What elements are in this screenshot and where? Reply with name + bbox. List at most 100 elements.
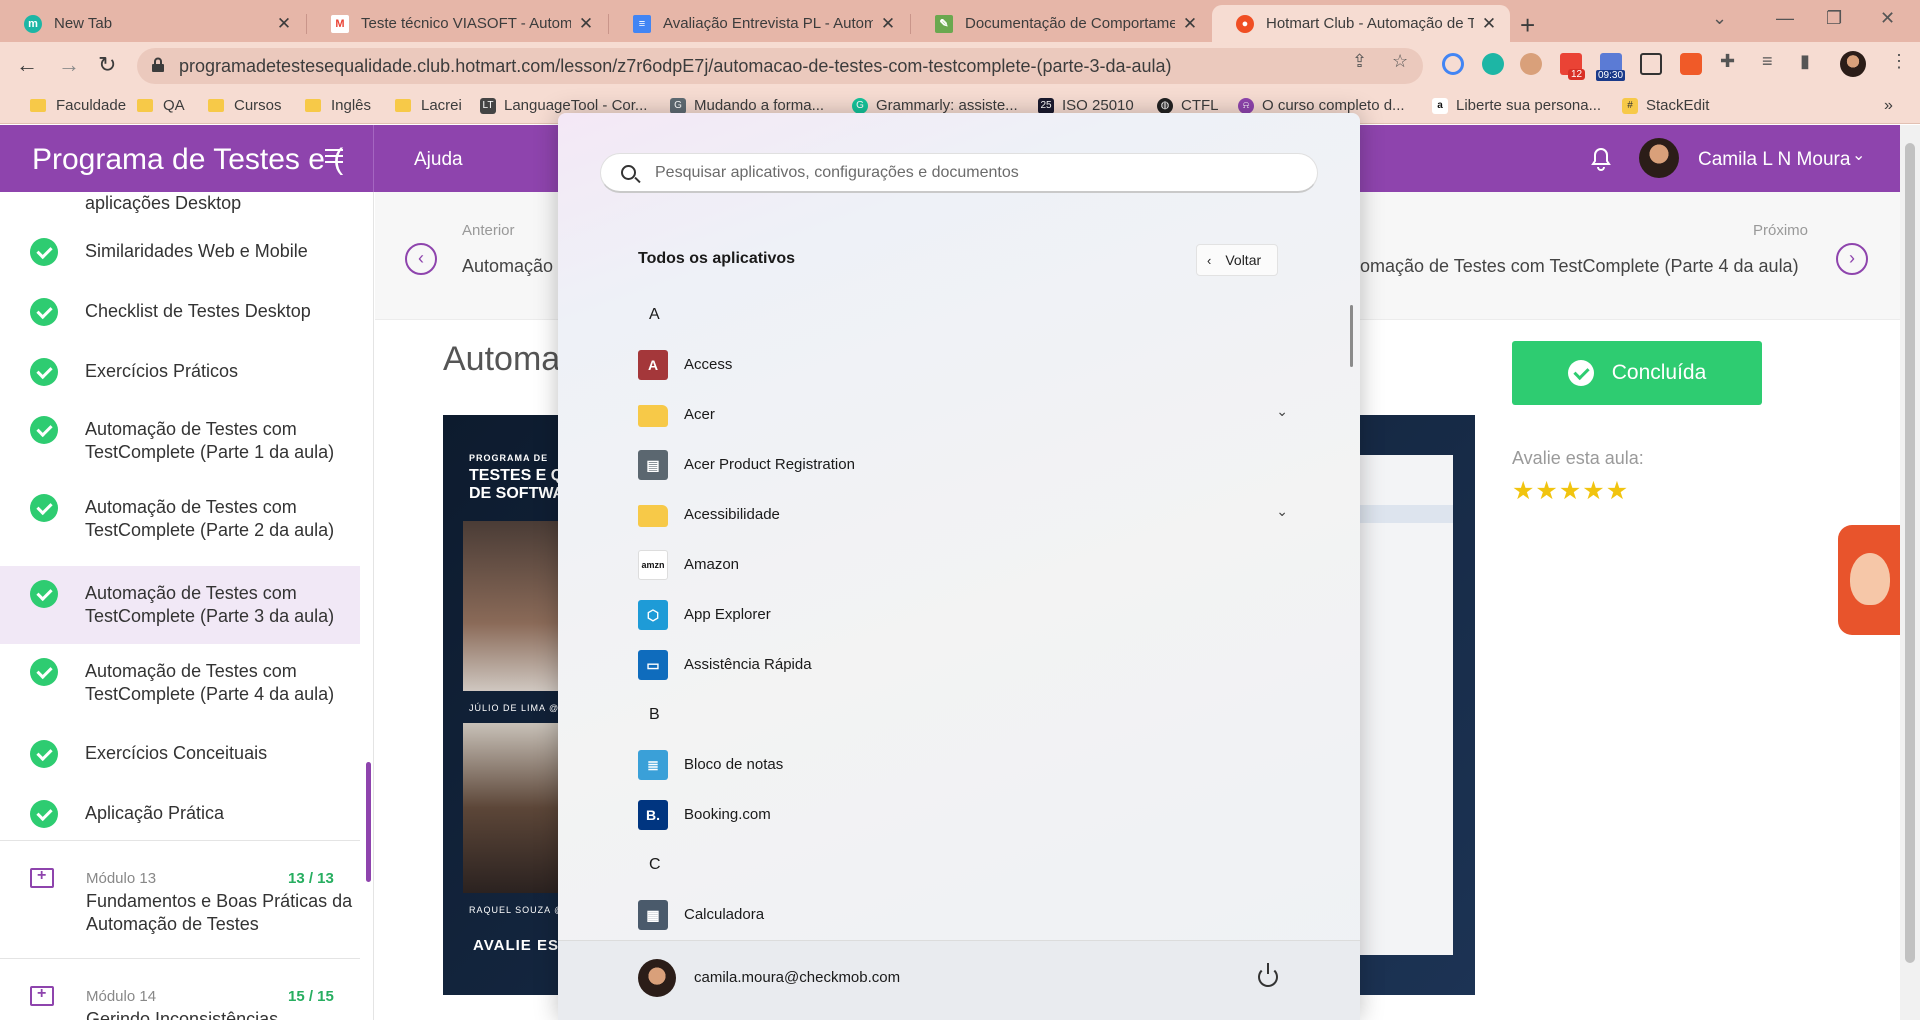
back-arrow-icon[interactable]: ← [16,52,38,78]
bookmark-faculdade[interactable]: Faculdade [30,97,126,114]
tab-new-tab[interactable]: m New Tab ✕ [0,5,305,42]
bell-icon[interactable] [1590,147,1612,171]
bookmark-languagetool[interactable]: LT LanguageTool - Cor... [480,97,647,114]
lesson-item[interactable]: Automação de Testes com TestComplete (Pa… [0,402,360,480]
screenshot-icon[interactable] [1640,53,1662,75]
star-icon[interactable]: ★ [1559,477,1582,505]
avatar[interactable] [1639,138,1679,178]
reload-icon[interactable]: ↻ [98,52,116,78]
lesson-item[interactable]: Automação de Testes com TestComplete (Pa… [0,480,360,558]
extension-lock-icon[interactable] [1680,53,1702,75]
previous-lesson-link[interactable]: Automação [462,256,553,277]
user-email[interactable]: camila.moura@checkmob.com [694,969,900,986]
chevron-down-icon[interactable]: ⌄ [1276,503,1288,520]
chevron-down-icon[interactable]: ⌄ [1276,403,1288,420]
sidebar-scrollbar[interactable] [366,762,371,882]
lesson-item[interactable]: Exercícios Práticos [0,342,360,402]
bookmark-iso25010[interactable]: 25 ISO 25010 [1038,97,1134,114]
bookmark-stackedit[interactable]: # StackEdit [1622,97,1709,114]
mail-count-badge: 12 [1568,69,1586,80]
profile-avatar[interactable] [1840,51,1866,77]
letter-header[interactable]: B [649,706,660,724]
help-link[interactable]: Ajuda [414,149,463,171]
star-icon[interactable]: ★ [1582,477,1605,505]
star-icon[interactable]: ★ [1535,477,1558,505]
star-icon[interactable]: ★ [1606,477,1629,505]
next-lesson-link[interactable]: tomação de Testes com TestComplete (Part… [1355,256,1799,277]
tab-hotmart[interactable]: ● Hotmart Club - Automação de Te ✕ [1212,5,1510,42]
tab-viasoft[interactable]: M Teste técnico VIASOFT - Automat ✕ [307,5,607,42]
bookmark-grammarly[interactable]: G Grammarly: assiste... [852,97,1018,114]
app-calculadora[interactable]: ▦ Calculadora [638,895,1288,935]
bookmark-curso-completo[interactable]: ⍾ O curso completo d... [1238,97,1405,114]
app-booking[interactable]: B. Booking.com [638,795,1288,835]
access-icon: A [638,350,668,380]
lesson-item[interactable]: Automação de Testes com TestComplete (Pa… [0,644,360,722]
notepad-icon: ≣ [638,750,668,780]
bookmark-star-icon[interactable]: ☆ [1392,51,1408,72]
media-list-icon[interactable]: ≡ [1762,51,1773,72]
app-app-explorer[interactable]: ⬡ App Explorer [638,595,1288,635]
power-icon[interactable] [1258,963,1278,987]
bookmark-ingles[interactable]: Inglês [305,97,371,114]
close-icon[interactable]: ✕ [1480,14,1498,34]
bookmark-liberte[interactable]: a Liberte sua persona... [1432,97,1601,114]
hamburger-menu-icon[interactable] [325,149,343,163]
forward-arrow-icon[interactable]: → [58,52,80,78]
close-icon[interactable]: ✕ [879,14,897,34]
tab-documentacao[interactable]: ✎ Documentação de Comportamen ✕ [911,5,1211,42]
user-avatar[interactable] [638,959,676,997]
completed-button[interactable]: Concluída [1512,341,1762,405]
user-name[interactable]: Camila L N Moura [1698,149,1850,171]
bookmark-cursos[interactable]: Cursos [208,97,282,114]
app-assistencia-rapida[interactable]: ▭ Assistência Rápida [638,645,1288,685]
extension-owl-icon[interactable] [1520,53,1542,75]
close-icon[interactable]: ✕ [577,14,595,34]
page-scrollbar[interactable] [1900,125,1920,1020]
app-acessibilidade[interactable]: Acessibilidade ⌄ [638,495,1288,535]
more-bookmarks-icon[interactable]: » [1884,97,1893,115]
address-bar[interactable]: programadetestesequalidade.club.hotmart.… [137,48,1423,84]
letter-header[interactable]: A [649,306,660,324]
folder-icon [305,99,321,112]
star-icon[interactable]: ★ [1512,477,1535,505]
minimize-icon[interactable]: — [1776,8,1794,29]
lesson-item[interactable]: Checklist de Testes Desktop [0,282,360,342]
lesson-item-active[interactable]: Automação de Testes com TestComplete (Pa… [0,566,360,644]
restore-icon[interactable]: ❐ [1826,8,1842,29]
lesson-item[interactable]: Similaridades Web e Mobile [0,222,360,282]
folder-icon [30,99,46,112]
previous-arrow-icon[interactable]: ‹ [405,243,437,275]
star-rating[interactable]: ★★★★★ [1512,476,1629,506]
app-bloco-de-notas[interactable]: ≣ Bloco de notas [638,745,1288,785]
extension-circle-icon[interactable] [1442,53,1464,75]
app-amazon[interactable]: amzn Amazon [638,545,1288,585]
mascot-widget[interactable] [1838,525,1900,635]
chevron-down-icon[interactable]: ⌄ [1852,145,1865,165]
bookmark-label: Grammarly: assiste... [876,97,1018,114]
app-acer-product-registration[interactable]: ▤ Acer Product Registration [638,445,1288,485]
extension-m-icon[interactable] [1482,53,1504,75]
letter-header[interactable]: C [649,856,661,874]
kebab-menu-icon[interactable]: ⋮ [1890,51,1908,72]
folder-icon [638,405,668,427]
bookmark-mudando[interactable]: G Mudando a forma... [670,97,824,114]
bookmark-qa[interactable]: QA [137,97,185,114]
app-acer[interactable]: Acer ⌄ [638,395,1288,435]
app-access[interactable]: A Access [638,345,1288,385]
tab-avaliacao[interactable]: ≡ Avaliação Entrevista PL - Automa ✕ [609,5,909,42]
new-tab-button[interactable]: + [1520,10,1535,41]
share-icon[interactable]: ⇪ [1352,51,1367,72]
puzzle-icon[interactable]: ✚ [1720,51,1735,72]
close-icon[interactable]: ✕ [275,14,293,34]
close-window-icon[interactable]: ✕ [1880,8,1895,29]
next-arrow-icon[interactable]: › [1836,243,1868,275]
lesson-item[interactable]: Exercícios Conceituais [0,724,360,784]
bookmark-ctfl[interactable]: ◍ CTFL [1157,97,1219,114]
bookmark-lacrei[interactable]: Lacrei [395,97,462,114]
lesson-item[interactable]: Aplicação Prática [0,784,360,844]
close-icon[interactable]: ✕ [1181,14,1199,34]
tab-search-icon[interactable]: ⌄ [1712,8,1727,29]
side-panel-icon[interactable]: ▮ [1800,51,1810,72]
scrollbar-thumb[interactable] [1905,143,1915,963]
